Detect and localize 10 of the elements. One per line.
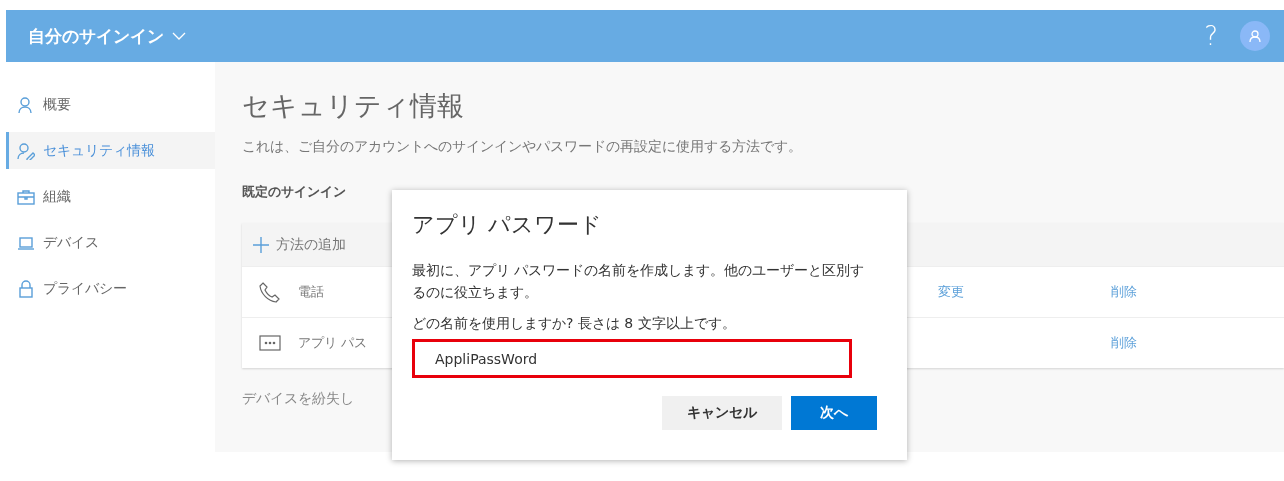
- dialog-intro: 最初に、アプリ パスワードの名前を作成します。他のユーザーと区別するのに役立ちます。: [412, 261, 866, 302]
- dialog-title: アプリ パスワード: [412, 211, 603, 239]
- method-name: 電話: [298, 284, 324, 299]
- page-description: これは、ご自分のアカウントへのサインインやパスワードの再設定に使用する方法です。: [242, 138, 803, 156]
- method-name: アプリ パス: [298, 335, 368, 350]
- section-label: 既定のサインイン: [242, 183, 347, 201]
- page-title: セキュリティ情報: [242, 89, 465, 123]
- dialog-question: どの名前を使用しますか? 長さは 8 文字以上です。: [412, 315, 737, 334]
- lost-device-text: デバイスを紛失し: [242, 390, 355, 408]
- app-title: 自分のサインイン: [28, 24, 164, 48]
